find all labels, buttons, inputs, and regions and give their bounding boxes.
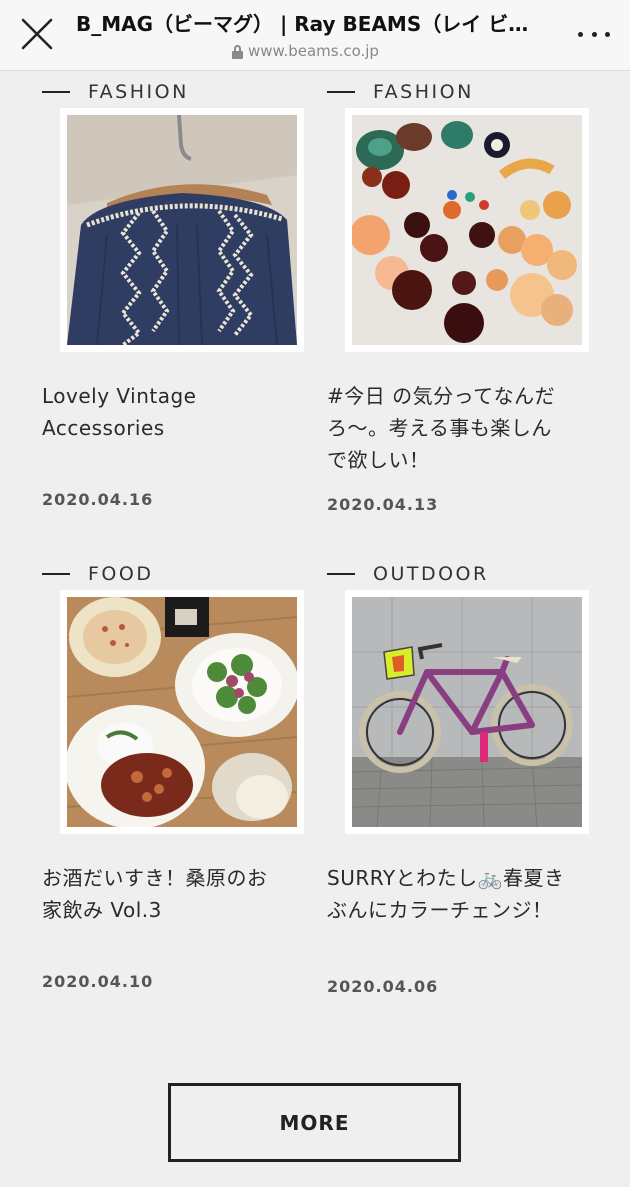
article-thumbnail[interactable]	[345, 590, 589, 834]
category-text: OUTDOOR	[373, 563, 489, 585]
category-label: FASHION	[42, 80, 189, 104]
home-dinner-image	[67, 597, 297, 827]
article-date: 2020.04.16	[42, 490, 154, 509]
beaded-earrings-image	[352, 115, 582, 345]
category-text: FASHION	[373, 81, 474, 103]
page-title: B_MAG（ビーマグ） | Ray BEAMS（レイ ビ…	[76, 12, 529, 36]
category-dash	[42, 91, 70, 93]
article-date: 2020.04.06	[327, 977, 439, 996]
article-title[interactable]: Lovely Vintage Accessories	[42, 380, 282, 444]
article-date: 2020.04.10	[42, 972, 154, 991]
category-text: FASHION	[88, 81, 189, 103]
browser-header: B_MAG（ビーマグ） | Ray BEAMS（レイ ビ… www.beams.…	[0, 0, 630, 71]
more-button[interactable]: MORE	[168, 1083, 461, 1162]
close-icon[interactable]	[18, 15, 56, 53]
category-dash	[42, 573, 70, 575]
url-display: www.beams.co.jp	[232, 42, 379, 60]
article-thumbnail[interactable]	[60, 590, 304, 834]
category-label: FASHION	[327, 80, 474, 104]
category-label: FOOD	[42, 562, 153, 586]
lock-icon	[232, 44, 243, 59]
article-thumbnail[interactable]	[60, 108, 304, 352]
article-title[interactable]: お酒だいすき！桑原のお家飲み Vol.3	[42, 862, 282, 926]
more-options-icon[interactable]	[578, 20, 610, 48]
article-title[interactable]: SURRYとわたし🚲春夏きぶんにカラーチェンジ！	[327, 862, 567, 926]
url-text: www.beams.co.jp	[248, 42, 379, 60]
article-date: 2020.04.13	[327, 495, 439, 514]
category-text: FOOD	[88, 563, 154, 585]
category-dash	[327, 573, 355, 575]
article-title[interactable]: #今日 の気分ってなんだろ〜。考える事も楽しんで欲しい！	[327, 380, 567, 476]
category-label: OUTDOOR	[327, 562, 489, 586]
category-dash	[327, 91, 355, 93]
article-thumbnail[interactable]	[345, 108, 589, 352]
purple-bicycle-image	[352, 597, 582, 827]
vintage-blouse-image	[67, 115, 297, 345]
